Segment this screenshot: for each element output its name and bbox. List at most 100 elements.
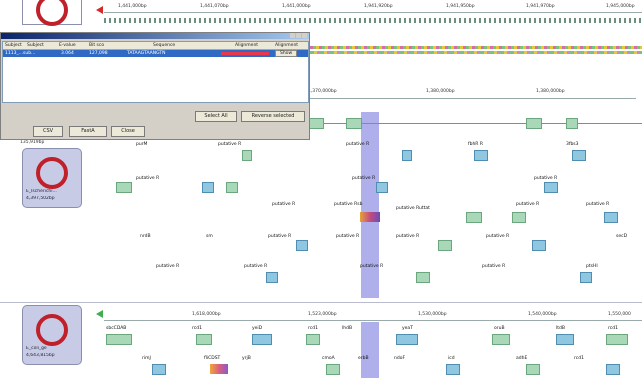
column-header[interactable]: Alignment (235, 43, 258, 48)
dialog-titlebar[interactable] (1, 33, 309, 39)
ruler-tick: 1,941,970bp (526, 4, 555, 9)
column-header[interactable]: Subject (5, 43, 22, 48)
genome-ring-icon (36, 0, 68, 26)
gene-arrow[interactable] (396, 334, 418, 345)
gene-arrow[interactable] (376, 182, 388, 193)
gene-label: putative R (346, 142, 370, 147)
gene-label: rcd1 (192, 326, 202, 331)
minimize-icon[interactable] (290, 33, 295, 38)
cell-subject: 1113_...sub... (5, 51, 36, 56)
gene-label: ptsHI (586, 264, 598, 269)
gene-arrow[interactable] (544, 182, 558, 193)
genome-thumbnail-panel1[interactable]: E_Ischerichi... 4,397,502bp (22, 148, 82, 208)
gene-label: fliCDST (204, 356, 221, 361)
gene-label: purM (136, 142, 148, 147)
gene-arrow[interactable] (606, 364, 620, 375)
colored-feature[interactable] (210, 364, 228, 374)
show-alignment-button[interactable]: Show (275, 50, 298, 57)
ruler-tick: 1,941,920bp (364, 4, 393, 9)
column-header[interactable]: Subject (27, 43, 44, 48)
gene-label: putative R (244, 264, 268, 269)
ruler-tick: 1,550,000 (608, 312, 631, 317)
panel-divider (0, 302, 642, 303)
column-header[interactable]: Bit sco (89, 43, 104, 48)
gene-arrow[interactable] (152, 364, 166, 375)
colored-feature[interactable] (360, 212, 380, 222)
gene-arrow[interactable] (438, 240, 452, 251)
gene-arrow[interactable] (202, 182, 214, 193)
gene-label: putative Rsb (334, 202, 363, 207)
gene-arrow[interactable] (580, 272, 592, 283)
ruler-tick: 1,618,000bp (192, 312, 221, 317)
gene-label: rcd1 (308, 326, 318, 331)
gene-arrow[interactable] (572, 150, 586, 161)
maximize-icon[interactable] (296, 33, 301, 38)
gene-arrow[interactable] (466, 212, 482, 223)
alignment-bar (221, 52, 269, 55)
ruler-tick: 1,380,000bp (536, 89, 565, 94)
gene-arrow[interactable] (532, 240, 546, 251)
ruler-tick: 1,441,000bp (118, 4, 147, 9)
gene-arrow[interactable] (512, 212, 526, 223)
nav-arrow-icon[interactable] (96, 6, 103, 14)
gene-label: oruB (494, 326, 505, 331)
ruler-tick: 1,945,000bp (606, 4, 635, 9)
gene-label: putative Ruttat (396, 206, 430, 211)
column-header[interactable]: Alignment (275, 43, 298, 48)
export-fasta-button[interactable]: FastA (69, 126, 107, 137)
close-dialog-button[interactable]: Close (111, 126, 145, 137)
results-table: Subject Subject E-value Bit sco Sequence… (2, 41, 309, 103)
export-csv-button[interactable]: CSV (33, 126, 63, 137)
gene-arrow[interactable] (446, 364, 460, 375)
column-header[interactable]: E-value (59, 43, 76, 48)
gene-arrow[interactable] (606, 334, 628, 345)
gene-arrow[interactable] (474, 150, 488, 161)
genome-thumbnail-panel2[interactable]: E_coli_ge 4,643,815bp (22, 305, 82, 365)
gene-arrow[interactable] (526, 118, 542, 129)
nav-arrow-icon[interactable] (96, 310, 103, 318)
gene-arrow[interactable] (296, 240, 308, 251)
gene-arrow[interactable] (106, 334, 132, 345)
gene-label: yeaT (402, 326, 413, 331)
gene-label: putative R (486, 234, 510, 239)
gene-arrow[interactable] (326, 364, 340, 375)
ruler-tick: 1,441,000bp (282, 4, 311, 9)
table-row[interactable]: 1113_...sub... 3.064 127,098 TATAAGTAANG… (3, 50, 308, 57)
gene-arrow[interactable] (196, 334, 212, 345)
gene-arrow[interactable] (252, 334, 272, 345)
genome-name: E_Ischerichi... (26, 189, 57, 194)
gene-arrow[interactable] (306, 334, 320, 345)
select-all-button[interactable]: Select All (195, 111, 237, 122)
reverse-selected-button[interactable]: Reverse selected (241, 111, 305, 122)
gene-arrow[interactable] (526, 364, 540, 375)
gene-label: putative R (352, 176, 376, 181)
gene-arrow[interactable] (346, 118, 362, 129)
close-icon[interactable] (302, 33, 307, 38)
gene-label: putative R (218, 142, 242, 147)
genome-ring-icon (36, 314, 68, 346)
ruler-tick: 1,441,070bp (200, 4, 229, 9)
top-genome-thumbnail[interactable] (22, 0, 82, 26)
genome-size: 4,643,815bp (26, 353, 55, 358)
gene-arrow[interactable] (402, 150, 412, 161)
gene-arrow[interactable] (242, 150, 252, 161)
gene-arrow[interactable] (116, 182, 132, 193)
gene-arrow[interactable] (604, 212, 618, 223)
gene-arrow[interactable] (266, 272, 278, 283)
gene-label: sbcCDAB (106, 326, 127, 331)
gene-arrow[interactable] (226, 182, 238, 193)
column-header[interactable]: Sequence (153, 43, 175, 48)
gene-arrow[interactable] (556, 334, 574, 345)
top-sequence-ruler: 1,441,000bp 1,441,070bp 1,441,000bp 1,94… (96, 0, 642, 32)
ruler-tick: 1,540,000bp (528, 312, 557, 317)
gene-label: putative R (396, 234, 420, 239)
genome-panel-2: 1,618,000bp 1,523,000bp 1,530,000bp 1,54… (96, 304, 642, 378)
highlight-column (361, 322, 379, 378)
gene-label: rimJ (142, 356, 151, 361)
gene-label: 3fbs3 (566, 142, 579, 147)
gene-label: rcd1 (574, 356, 584, 361)
gene-arrow[interactable] (492, 334, 510, 345)
gene-arrow[interactable] (416, 272, 430, 283)
left-coordinate: 135,919bp (20, 140, 45, 145)
gene-arrow[interactable] (566, 118, 578, 129)
